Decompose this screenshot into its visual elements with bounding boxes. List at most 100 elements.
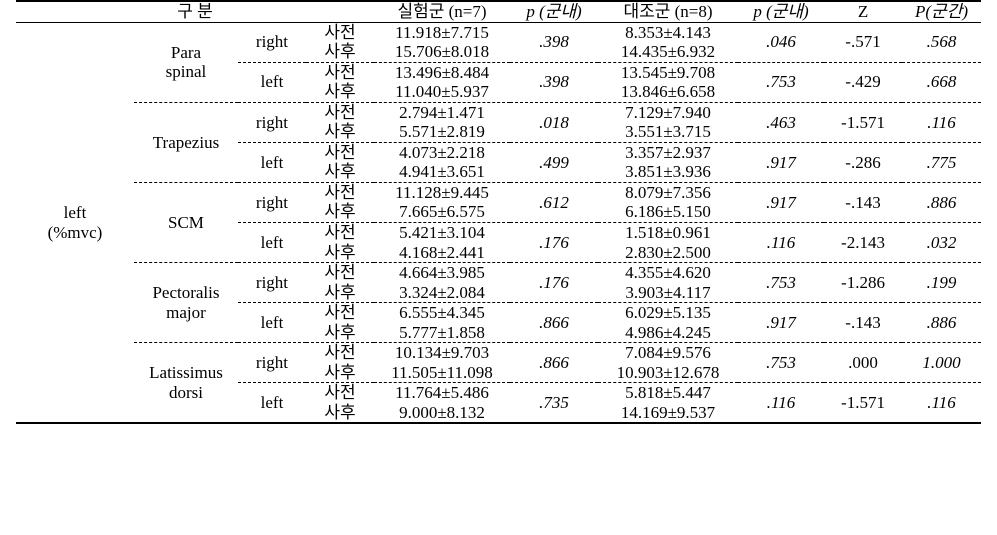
p-within-experimental-value: .866 — [510, 342, 599, 384]
side-label-cell: left — [237, 222, 306, 264]
time-label-post: 사후 — [305, 402, 375, 425]
table-page: 구 분 실험군 (n=7) p (군내) 대조군 (n=8) p (군내) Z … — [0, 0, 997, 535]
p-within-experimental-value: .499 — [510, 142, 599, 183]
control-value-post: 10.903±12.678 — [598, 362, 739, 384]
table-row: left (%mvc) Para spinal right 사전 11.918±7.715.… — [15, 22, 982, 425]
p-between-value: .199 — [902, 262, 982, 304]
muscle-name-line1: Para — [170, 42, 202, 62]
time-label-post: 사후 — [305, 122, 375, 143]
p-between-value: .668 — [902, 62, 982, 103]
control-value-pre: 4.355±4.620 — [625, 263, 711, 283]
side-label-cell: right — [237, 102, 306, 143]
p-within-experimental-value: .398 — [510, 62, 599, 103]
control-value-post: 4.986±4.245 — [598, 322, 739, 344]
header-category: 구 분 — [15, 0, 375, 23]
side-label-cell: left — [237, 382, 306, 425]
control-value-post: 2.830±2.500 — [598, 242, 739, 264]
experimental-value-pre: 4.664±3.985 — [399, 263, 485, 283]
time-label-post: 사후 — [305, 42, 375, 63]
experimental-value-pre: 11.128±9.445 — [395, 182, 489, 202]
p-within-control-value: .116 — [738, 382, 825, 425]
muscle-name-cell: Pectoralis major — [133, 262, 238, 344]
control-value-post: 6.186±5.150 — [598, 202, 739, 224]
table-row: Latissimus dorsi right 사전 10.134±9.703.866 7.… — [16, 342, 982, 425]
p-within-control-value: .917 — [738, 142, 825, 183]
table-header: 구 분 실험군 (n=7) p (군내) 대조군 (n=8) p (군내) Z … — [15, 0, 982, 23]
time-label-pre: 사전 — [324, 303, 356, 323]
p-within-control-value: .917 — [738, 182, 825, 224]
p-within-experimental-value: .176 — [510, 222, 599, 264]
z-value: -1.571 — [824, 102, 903, 143]
p-within-control-value: .753 — [738, 262, 825, 304]
control-value-pre: 8.079±7.356 — [625, 182, 711, 202]
header-z-value: Z — [824, 0, 903, 23]
table-row: Pectoralis major right 사전 4.664±3.985.176 4.3… — [16, 262, 982, 344]
row-label-line2: (%mvc) — [47, 222, 103, 242]
p-between-value: 1.000 — [902, 342, 982, 384]
experimental-value-pre: 4.073±2.218 — [399, 142, 485, 162]
time-label-post: 사후 — [305, 82, 375, 103]
time-label-post: 사후 — [305, 322, 375, 344]
p-between-value: .116 — [902, 102, 982, 143]
side-label-cell: left — [237, 302, 306, 344]
side-label-cell: left — [237, 142, 306, 183]
emg-statistics-table: 구 분 실험군 (n=7) p (군내) 대조군 (n=8) p (군내) Z … — [15, 0, 982, 425]
time-label-post: 사후 — [305, 242, 375, 264]
muscle-name-line2: spinal — [165, 62, 207, 82]
table-body: left (%mvc) Para spinal right 사전 11.918±7.715.… — [15, 22, 982, 425]
experimental-value-pre: 11.764±5.486 — [395, 383, 489, 403]
p-between-value: .032 — [902, 222, 982, 264]
muscle-name-cell: Trapezius — [133, 102, 238, 183]
muscle-name-cell: Latissimus dorsi — [133, 342, 238, 425]
experimental-value-post: 4.941±3.651 — [374, 162, 511, 183]
experimental-value-pre: 11.918±7.715 — [395, 22, 489, 42]
muscle-name-cell: Para spinal — [133, 22, 238, 103]
experimental-value-post: 9.000±8.132 — [374, 402, 511, 425]
z-value: -1.571 — [824, 382, 903, 425]
experimental-value-post: 5.571±2.819 — [374, 122, 511, 143]
p-within-control-value: .046 — [738, 22, 825, 63]
side-label-cell: right — [237, 262, 306, 304]
experimental-value-post: 4.168±2.441 — [374, 242, 511, 264]
p-within-experimental-value: .176 — [510, 262, 599, 304]
time-label-post: 사후 — [305, 362, 375, 384]
muscle-name-line2: major — [166, 302, 206, 322]
p-between-value: .775 — [902, 142, 982, 183]
muscle-name-line1: SCM — [168, 212, 204, 232]
control-value-post: 3.851±3.936 — [598, 162, 739, 183]
control-value-pre: 3.357±2.937 — [625, 142, 711, 162]
experimental-value-pre: 13.496±8.484 — [394, 62, 490, 82]
time-label-pre: 사전 — [324, 343, 356, 363]
control-value-post: 3.903±4.117 — [598, 282, 739, 304]
muscle-name-line1: Latissimus — [149, 363, 223, 383]
p-between-value: .886 — [902, 182, 982, 224]
time-label-post: 사후 — [305, 282, 375, 304]
side-label-cell: right — [237, 342, 306, 384]
control-value-pre: 5.818±5.447 — [625, 383, 711, 403]
experimental-value-post: 11.505±11.098 — [374, 362, 511, 384]
control-value-pre: 8.353±4.143 — [625, 22, 711, 42]
header-control-group: 대조군 (n=8) — [598, 0, 739, 23]
header-p-within-control: p (군내) — [738, 0, 825, 23]
header-p-between-groups: P(군간) — [902, 0, 982, 23]
experimental-value-post: 15.706±8.018 — [374, 42, 511, 63]
time-label-pre: 사전 — [324, 182, 356, 202]
p-within-control-value: .753 — [738, 62, 825, 103]
p-within-control-value: .463 — [738, 102, 825, 143]
control-value-pre: 1.518±0.961 — [625, 223, 711, 243]
experimental-value-post: 5.777±1.858 — [374, 322, 511, 344]
muscle-name-line1: Pectoralis — [152, 283, 220, 303]
p-within-control-value: .753 — [738, 342, 825, 384]
time-label-post: 사후 — [305, 202, 375, 224]
table-row: Trapezius right 사전 2.794±1.471 .018 7.129±7.9… — [16, 102, 982, 183]
time-label-pre: 사전 — [324, 102, 356, 122]
z-value: -1.286 — [824, 262, 903, 304]
time-label-pre: 사전 — [324, 22, 356, 42]
experimental-value-post: 7.665±6.575 — [374, 202, 511, 224]
control-value-pre: 7.084±9.576 — [625, 343, 711, 363]
p-between-value: .568 — [902, 22, 982, 63]
control-value-post: 3.551±3.715 — [598, 122, 739, 143]
time-label-post: 사후 — [305, 162, 375, 183]
muscle-name-line1: Trapezius — [152, 132, 220, 152]
time-label-pre: 사전 — [324, 263, 356, 283]
